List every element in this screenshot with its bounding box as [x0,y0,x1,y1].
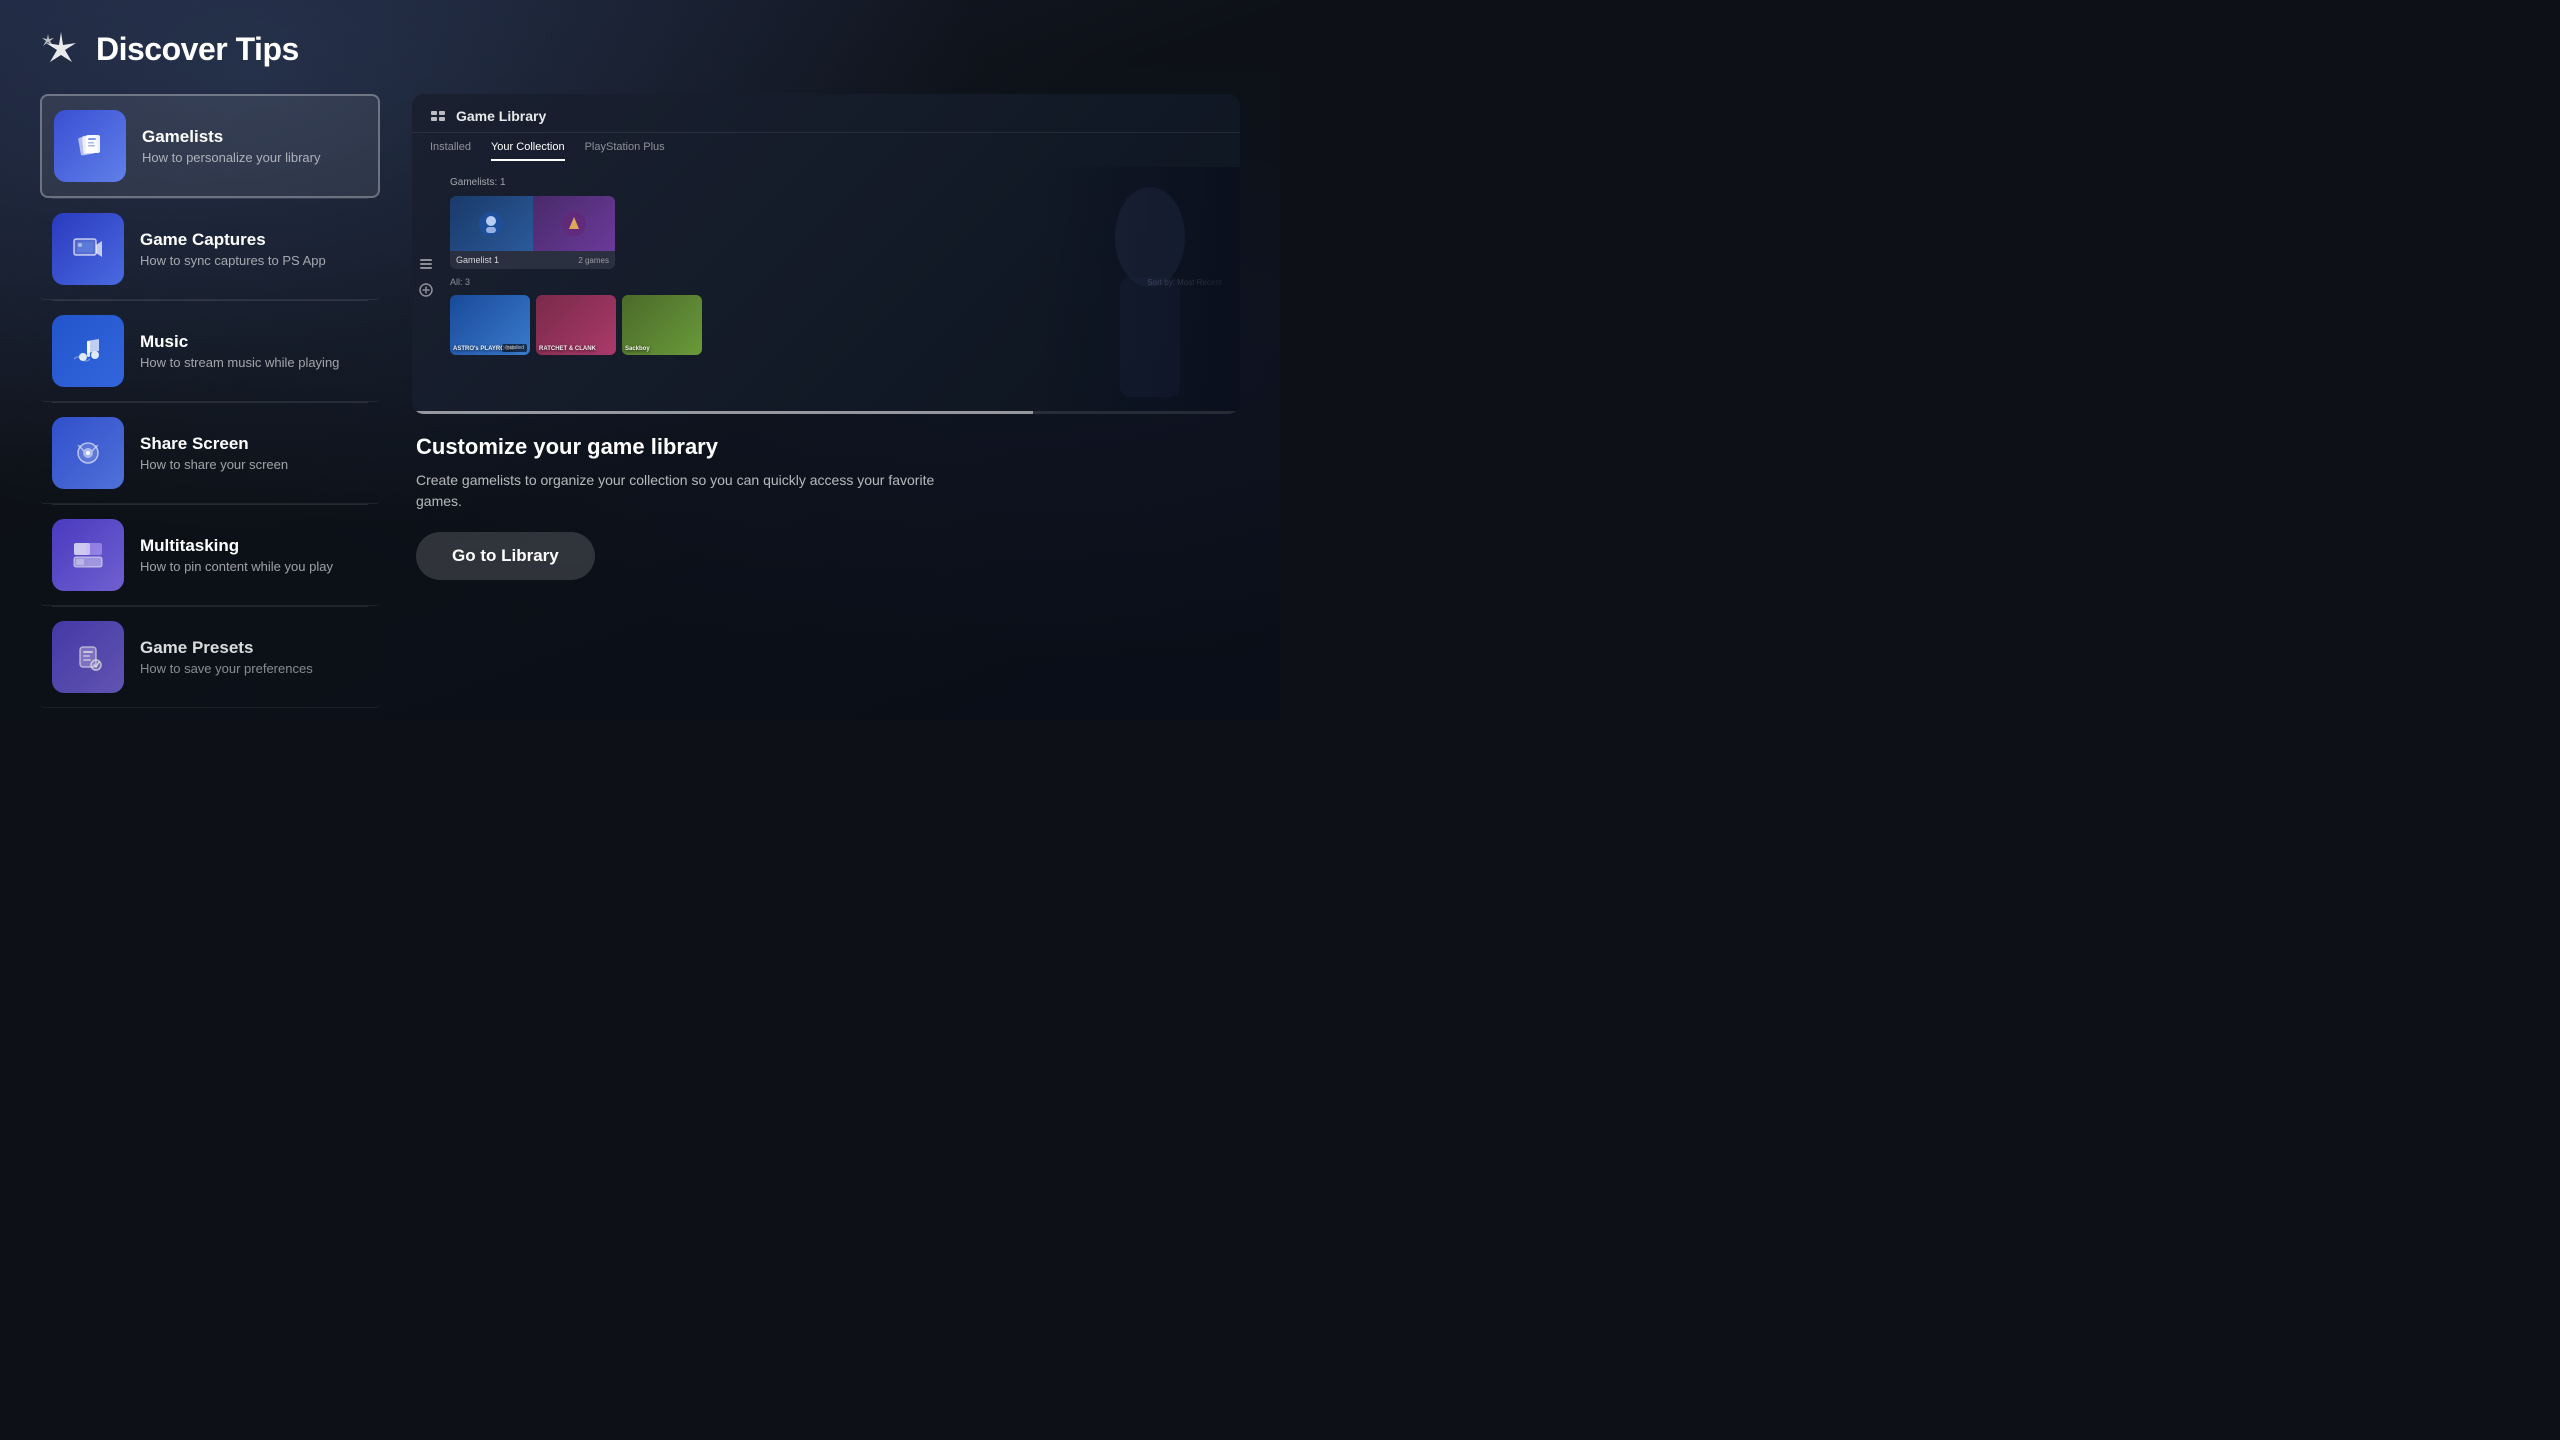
tab-your-collection[interactable]: Your Collection [491,141,565,161]
preview-progress-fill [412,411,1033,414]
game-thumb-ratchet [533,196,616,251]
preview-title: Customize your game library [416,434,1236,460]
all-label: All: 3 [450,277,470,287]
captures-icon [70,231,106,267]
share-screen-icon [70,435,106,471]
sparkle-icon [40,28,82,70]
share-screen-title: Share Screen [140,434,288,454]
tip-item-music[interactable]: Music How to stream music while playing [40,301,380,402]
preview-progress-bar [412,411,1240,414]
tips-list: Gamelists How to personalize your librar… [40,94,380,708]
preview-panel: Game Library Installed Your Collection P… [412,94,1240,708]
gamelists-text: Gamelists How to personalize your librar… [142,127,320,165]
tip-item-game-presets[interactable]: Game Presets How to save your preference… [40,607,380,708]
gamelist-count: 2 games [578,256,609,265]
music-title: Music [140,332,339,352]
tab-installed[interactable]: Installed [430,141,471,161]
tip-item-share-screen[interactable]: Share Screen How to share your screen [40,403,380,504]
tab-playstation-plus[interactable]: PlayStation Plus [585,141,665,161]
installed-badge-astro: Installed [502,344,527,352]
music-icon [70,333,106,369]
gamelist-thumbnails [450,196,615,251]
music-text: Music How to stream music while playing [140,332,339,370]
captures-title: Game Captures [140,230,326,250]
presets-subtitle: How to save your preferences [140,661,313,676]
presets-text: Game Presets How to save your preference… [140,638,313,676]
share-screen-subtitle: How to share your screen [140,457,288,472]
game-card-ratchet[interactable]: RATCHET & CLANK [536,295,616,355]
sidebar-list-icon [419,257,433,271]
gamelists-icon [72,128,108,164]
share-icon-wrapper [52,417,124,489]
sidebar-add-icon [419,283,433,297]
games-row: ASTRO's PLAYROOM Installed RATCHET & CLA… [450,295,1222,355]
music-subtitle: How to stream music while playing [140,355,339,370]
multitasking-icon-wrapper [52,519,124,591]
game-thumb-astro [450,196,533,251]
library-tabs: Installed Your Collection PlayStation Pl… [412,141,1240,161]
astro-thumb-icon [476,209,506,239]
game-label-sackboy: Sackboy [625,346,699,352]
preview-text: Create gamelists to organize your collec… [416,470,936,512]
gamelists-section-label: Gamelists: 1 [450,177,1222,188]
music-icon-wrapper [52,315,124,387]
library-preview: Game Library Installed Your Collection P… [412,94,1240,414]
tip-item-multitasking[interactable]: Multitasking How to pin content while yo… [40,505,380,606]
gamelist-name: Gamelist 1 [456,255,499,265]
presets-icon-wrapper [52,621,124,693]
game-label-ratchet: RATCHET & CLANK [539,346,613,352]
tip-item-gamelists[interactable]: Gamelists How to personalize your librar… [40,94,380,198]
gamelists-subtitle: How to personalize your library [142,150,320,165]
gamelists-icon-wrapper [54,110,126,182]
go-to-library-button[interactable]: Go to Library [416,532,595,580]
gamelist-card[interactable]: Gamelist 1 2 games [450,196,615,269]
library-preview-image: Game Library Installed Your Collection P… [412,94,1240,414]
share-screen-text: Share Screen How to share your screen [140,434,288,472]
game-presets-icon [70,639,106,675]
multitasking-icon [70,537,106,573]
library-sidebar [412,247,440,411]
library-header-icon [430,108,446,124]
main-content: Gamelists How to personalize your librar… [40,94,1240,708]
gamelist-info: Gamelist 1 2 games [450,251,615,269]
presets-title: Game Presets [140,638,313,658]
library-title: Game Library [456,108,546,124]
captures-icon-wrapper [52,213,124,285]
tip-item-game-captures[interactable]: Game Captures How to sync captures to PS… [40,199,380,300]
multitasking-subtitle: How to pin content while you play [140,559,333,574]
ratchet-thumb-icon [559,209,589,239]
library-body: Gamelists: 1 [432,167,1240,411]
multitasking-text: Multitasking How to pin content while yo… [140,536,333,574]
library-header: Game Library [412,94,1240,133]
all-games-section: All: 3 Sort by: Most Recent ASTRO's PLAY… [450,277,1222,355]
multitasking-title: Multitasking [140,536,333,556]
captures-text: Game Captures How to sync captures to PS… [140,230,326,268]
game-card-sackboy[interactable]: Sackboy [622,295,702,355]
all-games-header: All: 3 Sort by: Most Recent [450,277,1222,287]
page-header: Discover Tips [40,28,1240,70]
captures-subtitle: How to sync captures to PS App [140,253,326,268]
gamelists-title: Gamelists [142,127,320,147]
page-title: Discover Tips [96,31,299,68]
preview-description: Customize your game library Create gamel… [412,434,1240,580]
game-card-astro[interactable]: ASTRO's PLAYROOM Installed [450,295,530,355]
sort-label: Sort by: Most Recent [1147,278,1222,287]
